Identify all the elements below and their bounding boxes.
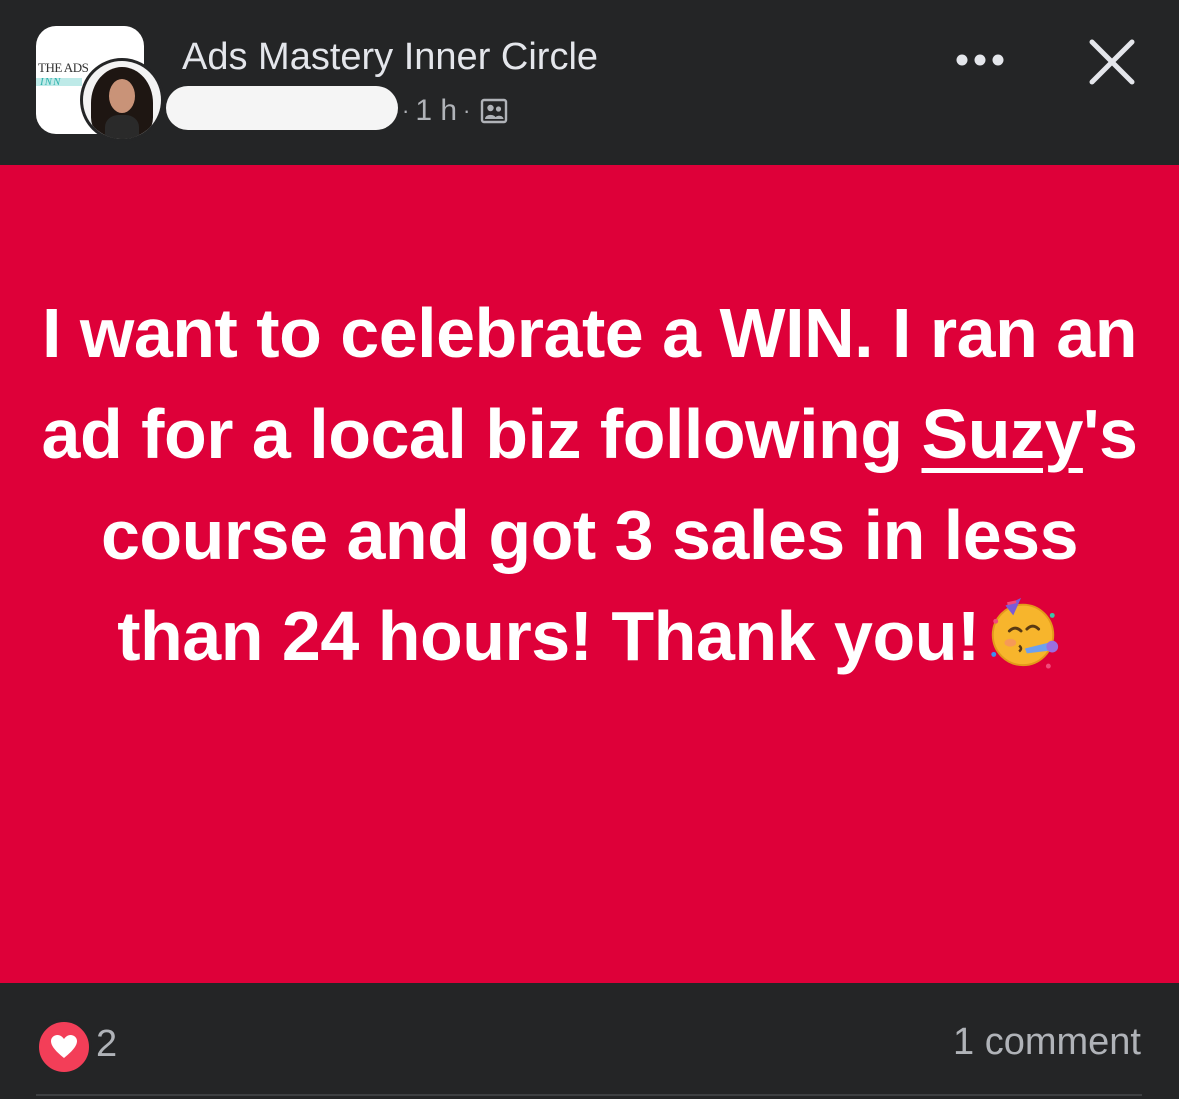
logo-text: THE ADS: [38, 60, 89, 75]
post-content-card: I want to celebrate a WIN. I ran an ad f…: [0, 165, 1179, 983]
author-avatar[interactable]: [80, 58, 164, 142]
more-options-icon[interactable]: [948, 38, 1012, 82]
meta-separator: ·: [463, 98, 471, 123]
mention-link[interactable]: Suzy: [922, 395, 1084, 473]
close-icon[interactable]: [1080, 34, 1144, 90]
love-reaction-icon[interactable]: [36, 1019, 92, 1075]
post-header: THE ADS INN Ads Mastery Inner Circle · 1…: [0, 0, 1179, 165]
redacted-author-name: [166, 86, 398, 130]
group-name-link[interactable]: Ads Mastery Inner Circle: [182, 36, 598, 79]
logo-subtext: INN: [40, 76, 62, 88]
partying-face-emoji: [991, 597, 1058, 669]
comment-count-link[interactable]: 1 comment: [953, 1021, 1141, 1064]
post-body-text: I want to celebrate a WIN. I ran an ad f…: [40, 283, 1139, 687]
footer-divider: [36, 1094, 1142, 1096]
group-members-icon: [481, 98, 508, 124]
reaction-count[interactable]: 2: [96, 1023, 117, 1066]
post-timestamp[interactable]: 1 h: [415, 94, 457, 128]
post-meta: · 1 h ·: [396, 92, 508, 130]
meta-separator: ·: [402, 98, 410, 123]
post-footer: 2 1 comment: [0, 983, 1179, 1099]
